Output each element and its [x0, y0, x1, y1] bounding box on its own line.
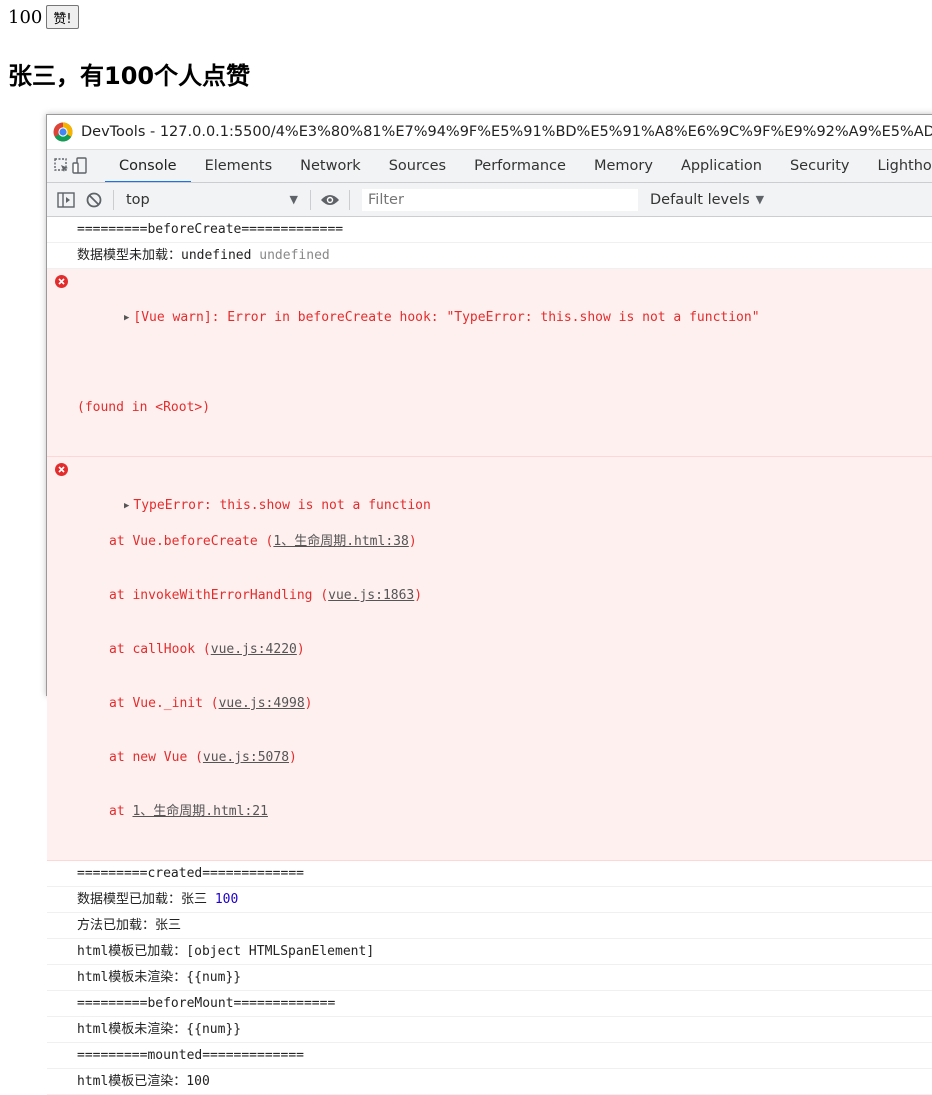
page-heading: 张三，有100个人点赞 [8, 62, 251, 90]
tab-lighthouse[interactable]: Lighthouse [864, 150, 932, 182]
counter-row: 100 赞! [8, 4, 79, 30]
source-link[interactable]: vue.js:4998 [219, 696, 305, 711]
stack-frame: at new Vue (vue.js:5078) [109, 750, 297, 765]
clear-console-icon[interactable] [81, 187, 107, 213]
context-select[interactable]: top ▼ [120, 192, 304, 208]
live-expression-eye-icon[interactable] [317, 187, 343, 213]
error-stack[interactable]: ▶ TypeError: this.show is not a function … [47, 457, 932, 861]
log-line: =========mounted============= [47, 1043, 932, 1069]
log-line: =========created============= [47, 861, 932, 887]
source-link[interactable]: vue.js:1863 [328, 588, 414, 603]
log-text: 数据模型未加载：undefined [77, 248, 252, 263]
error-text: [Vue warn]: Error in beforeCreate hook: … [133, 310, 760, 325]
stack-frame: at invokeWithErrorHandling (vue.js:1863) [109, 588, 423, 603]
log-line: 数据模型已加载：张三 100 [47, 887, 932, 913]
source-link[interactable]: 1、生命周期.html:38 [273, 534, 408, 549]
tab-console[interactable]: Console [105, 150, 191, 182]
log-value: undefined [259, 248, 330, 263]
console-toolbar: top ▼ Default levels ▼ [47, 183, 932, 217]
log-levels-dropdown[interactable]: Default levels ▼ [650, 192, 764, 208]
tab-sources[interactable]: Sources [375, 150, 460, 182]
filter-input[interactable] [362, 188, 638, 211]
log-line: html模板未渲染：{{num}} [47, 1017, 932, 1043]
error-icon [55, 275, 68, 288]
error-message[interactable]: ▶ [Vue warn]: Error in beforeCreate hook:… [47, 269, 932, 457]
devtools-window: DevTools - 127.0.0.1:5500/4%E3%80%81%E7%… [46, 114, 932, 1095]
dropdown-arrow-icon: ▼ [289, 193, 298, 206]
expand-arrow-icon[interactable]: ▶ [124, 309, 129, 327]
stack-frame: at Vue.beforeCreate (1、生命周期.html:38) [109, 534, 417, 549]
stack-frame: at callHook (vue.js:4220) [109, 642, 305, 657]
stack-frame: at Vue._init (vue.js:4998) [109, 696, 313, 711]
devtools-title: DevTools - 127.0.0.1:5500/4%E3%80%81%E7%… [81, 124, 932, 140]
devtools-titlebar: DevTools - 127.0.0.1:5500/4%E3%80%81%E7%… [47, 115, 932, 150]
tab-memory[interactable]: Memory [580, 150, 667, 182]
tab-elements[interactable]: Elements [191, 150, 287, 182]
chrome-icon [53, 122, 73, 142]
log-line: 方法已加载：张三 [47, 913, 932, 939]
error-text: (found in <Root>) [77, 400, 211, 415]
source-link[interactable]: 1、生命周期.html:21 [132, 804, 267, 819]
log-line: =========beforeCreate============= [47, 217, 932, 243]
log-line: html模板已渲染：100 [47, 1069, 932, 1095]
stack-frame: at 1、生命周期.html:21 [109, 804, 268, 819]
error-text: TypeError: this.show is not a function [133, 498, 431, 513]
toolbar-divider [310, 189, 311, 210]
source-link[interactable]: vue.js:5078 [203, 750, 289, 765]
toolbar-divider [113, 189, 114, 210]
log-levels-label: Default levels [650, 191, 750, 208]
devtools-tabbar: Console Elements Network Sources Perform… [47, 150, 932, 183]
like-count: 100 [8, 6, 43, 28]
context-value: top [126, 191, 150, 208]
tab-security[interactable]: Security [776, 150, 864, 182]
inspect-element-icon[interactable] [53, 150, 71, 182]
tab-application[interactable]: Application [667, 150, 776, 182]
console-log: =========beforeCreate============= 数据模型未… [47, 217, 932, 1095]
log-line: =========beforeMount============= [47, 991, 932, 1017]
sidebar-toggle-icon[interactable] [53, 187, 79, 213]
expand-arrow-icon[interactable]: ▶ [124, 497, 129, 515]
source-link[interactable]: vue.js:4220 [211, 642, 297, 657]
log-line: 数据模型未加载：undefined undefined [47, 243, 932, 269]
tab-network[interactable]: Network [286, 150, 375, 182]
toolbar-divider [349, 189, 350, 210]
like-button[interactable]: 赞! [46, 5, 79, 29]
log-number: 100 [214, 892, 239, 907]
error-icon [55, 463, 68, 476]
log-line: html模板未渲染：{{num}} [47, 965, 932, 991]
dropdown-arrow-icon: ▼ [755, 193, 765, 206]
log-text: 数据模型已加载：张三 [77, 892, 208, 907]
log-line: html模板已加载：[object HTMLSpanElement] [47, 939, 932, 965]
device-toggle-icon[interactable] [71, 150, 89, 182]
tab-performance[interactable]: Performance [460, 150, 580, 182]
